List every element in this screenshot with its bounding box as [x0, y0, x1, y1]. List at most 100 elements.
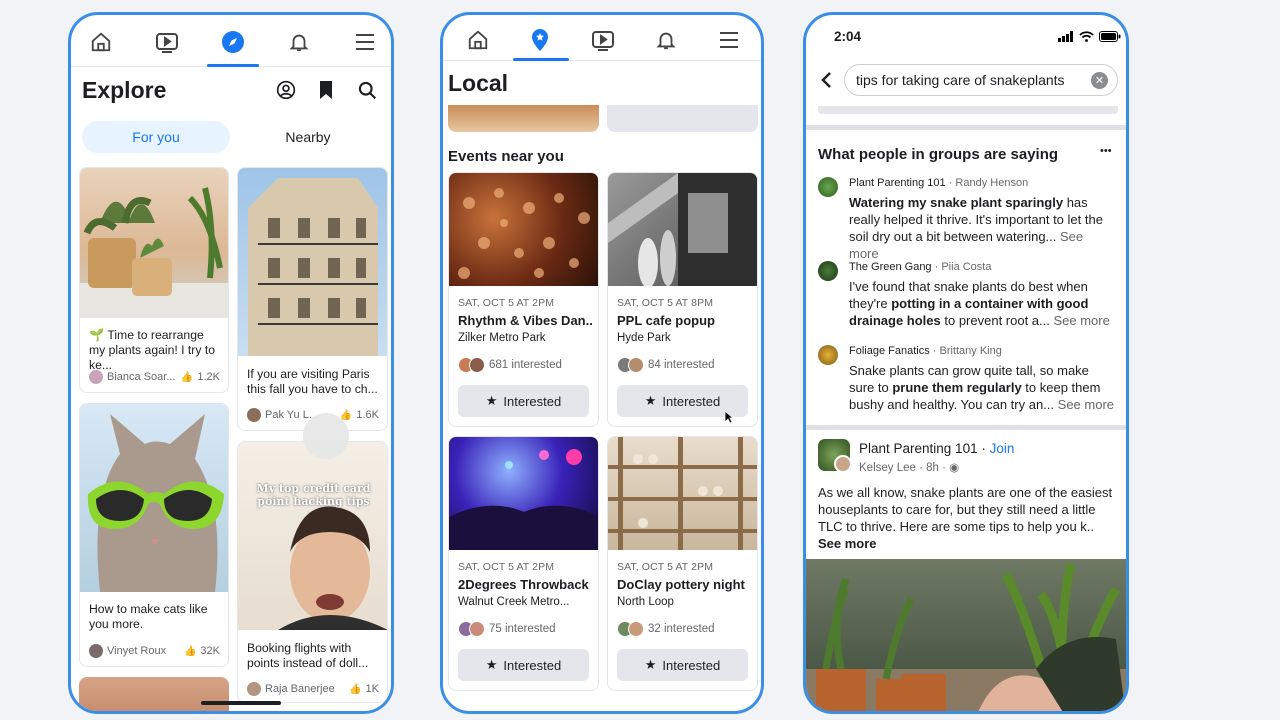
explore-compass-icon[interactable] — [220, 29, 246, 55]
explore-card[interactable]: How to make cats like you more. Vinyet R… — [79, 403, 229, 667]
card-author: Vinyet Roux — [107, 645, 167, 657]
explore-card[interactable]: My top credit card point hacking tips Bo… — [237, 441, 388, 703]
post-group-name[interactable]: Plant Parenting 101 — [859, 441, 978, 456]
tab-nearby[interactable]: Nearby — [234, 121, 382, 153]
top-nav — [71, 15, 391, 67]
event-card[interactable]: SAT, OCT 5 AT 2PM Rhythm & Vibes Dan... … — [448, 172, 599, 427]
active-tab-indicator — [513, 58, 569, 61]
card-meta: Raja Banerjee 👍 1K — [247, 682, 379, 696]
event-title: DoClay pottery night — [617, 577, 745, 592]
search-icon[interactable] — [355, 78, 379, 102]
active-tab-indicator — [207, 64, 259, 67]
card-likes: 1K — [365, 683, 379, 695]
video-icon[interactable] — [590, 27, 616, 53]
paris-building-photo — [238, 168, 387, 356]
profile-icon[interactable] — [274, 78, 298, 102]
event-location: Walnut Creek Metro... — [458, 596, 570, 608]
bookmark-icon[interactable] — [314, 78, 338, 102]
bell-icon[interactable] — [286, 29, 312, 55]
event-date: SAT, OCT 5 AT 2PM — [458, 561, 555, 573]
clear-search-icon[interactable]: ✕ — [1091, 72, 1108, 89]
status-time: 2:04 — [834, 29, 862, 44]
avatar — [469, 621, 485, 637]
video-thumbnail: My top credit card point hacking tips — [238, 442, 387, 630]
video-icon[interactable] — [154, 29, 180, 55]
post-body: As we all know, snake plants are one of … — [818, 484, 1114, 552]
see-more-link[interactable]: See more — [818, 536, 877, 551]
more-options-icon[interactable]: ••• — [1100, 145, 1112, 157]
menu-icon[interactable] — [716, 27, 742, 53]
interested-button-label: Interested — [662, 657, 721, 673]
see-more-link[interactable]: See more — [1050, 313, 1109, 328]
interested-button[interactable]: ★ Interested — [458, 385, 589, 417]
next-card-preview — [79, 677, 229, 711]
party-lights-photo — [449, 437, 598, 550]
group-avatar — [818, 177, 838, 197]
group-avatar — [818, 345, 838, 365]
comment-body: Watering my snake plant sparingly has re… — [849, 194, 1116, 262]
interested-button[interactable]: ★ Interested — [617, 649, 748, 681]
concert-crowd-photo — [449, 173, 598, 286]
group-comment[interactable]: The Green Gang · Piia Costa I've found t… — [818, 261, 1116, 335]
author-avatar[interactable] — [834, 455, 852, 473]
interested-label: 681 interested — [489, 359, 562, 371]
interested-button[interactable]: ★ Interested — [458, 649, 589, 681]
divider — [806, 125, 1126, 130]
previous-result-preview — [818, 106, 1118, 114]
group-comment[interactable]: Foliage Fanatics · Brittany King Snake p… — [818, 345, 1116, 419]
bell-icon[interactable] — [653, 27, 679, 53]
event-location: North Loop — [617, 596, 674, 608]
menu-icon[interactable] — [352, 29, 378, 55]
event-card[interactable]: SAT, OCT 5 AT 8PM PPL cafe popup Hyde Pa… — [607, 172, 758, 427]
back-arrow-icon[interactable] — [818, 71, 836, 89]
comment-body: Snake plants can grow quite tall, so mak… — [849, 362, 1116, 413]
interested-label: 75 interested — [489, 623, 556, 635]
event-title: Rhythm & Vibes Dan... — [458, 313, 592, 328]
explore-card[interactable]: 🌱 Time to rearrange my plants again! I t… — [79, 167, 229, 393]
see-more-link[interactable]: See more — [1054, 397, 1114, 412]
card-caption: If you are visiting Paris this fall you … — [247, 367, 378, 396]
tab-for-you[interactable]: For you — [82, 121, 230, 153]
interested-label: 32 interested — [648, 623, 715, 635]
avatar — [89, 370, 103, 384]
divider — [806, 425, 1126, 430]
home-icon[interactable] — [465, 27, 491, 53]
event-card[interactable]: SAT, OCT 5 AT 2PM DoClay pottery night N… — [607, 436, 758, 691]
touch-indicator — [303, 413, 349, 459]
interested-count: 75 interested — [458, 621, 556, 637]
star-icon: ★ — [485, 393, 498, 408]
comment-header: Foliage Fanatics · Brittany King — [849, 345, 1002, 357]
join-link[interactable]: Join — [990, 441, 1015, 456]
interested-count: 32 interested — [617, 621, 715, 637]
group-name: The Green Gang — [849, 261, 932, 273]
thumbs-up-icon: 👍 — [183, 645, 197, 657]
home-icon[interactable] — [88, 29, 114, 55]
card-likes: 1.6K — [356, 409, 379, 421]
cafe-popup-photo — [608, 173, 757, 288]
event-date: SAT, OCT 5 AT 8PM — [617, 297, 714, 309]
interested-button-label: Interested — [503, 657, 562, 673]
pottery-shelves-photo — [608, 437, 757, 550]
post-header: Plant Parenting 101 · Join — [859, 441, 1015, 456]
group-avatar — [818, 261, 838, 281]
explore-card[interactable]: If you are visiting Paris this fall you … — [237, 167, 388, 431]
group-name: Foliage Fanatics — [849, 345, 930, 357]
status-icons — [1058, 31, 1121, 42]
event-card[interactable]: SAT, OCT 5 AT 2PM 2Degrees Throwback Wal… — [448, 436, 599, 691]
card-author: Bianca Soar... — [107, 371, 176, 383]
group-comment[interactable]: Plant Parenting 101 · Randy Henson Water… — [818, 177, 1116, 261]
card-author: Raja Banerjee — [265, 683, 335, 695]
thumbs-up-icon: 👍 — [349, 683, 362, 695]
cursor-icon — [724, 410, 734, 424]
comment-author: Brittany King — [939, 345, 1002, 357]
event-location: Hyde Park — [617, 332, 671, 344]
previous-card-preview — [607, 105, 758, 132]
avatar — [247, 408, 261, 422]
card-caption: How to make cats like you more. — [89, 602, 208, 631]
location-pin-icon[interactable] — [527, 27, 553, 53]
avatar — [628, 357, 644, 373]
search-input[interactable]: tips for taking care of snakeplants ✕ — [844, 64, 1118, 96]
event-title: 2Degrees Throwback — [458, 577, 589, 592]
search-phone: 2:04 tips for taking care of snakeplants… — [803, 12, 1129, 714]
post-author[interactable]: Kelsey Lee — [859, 462, 916, 474]
